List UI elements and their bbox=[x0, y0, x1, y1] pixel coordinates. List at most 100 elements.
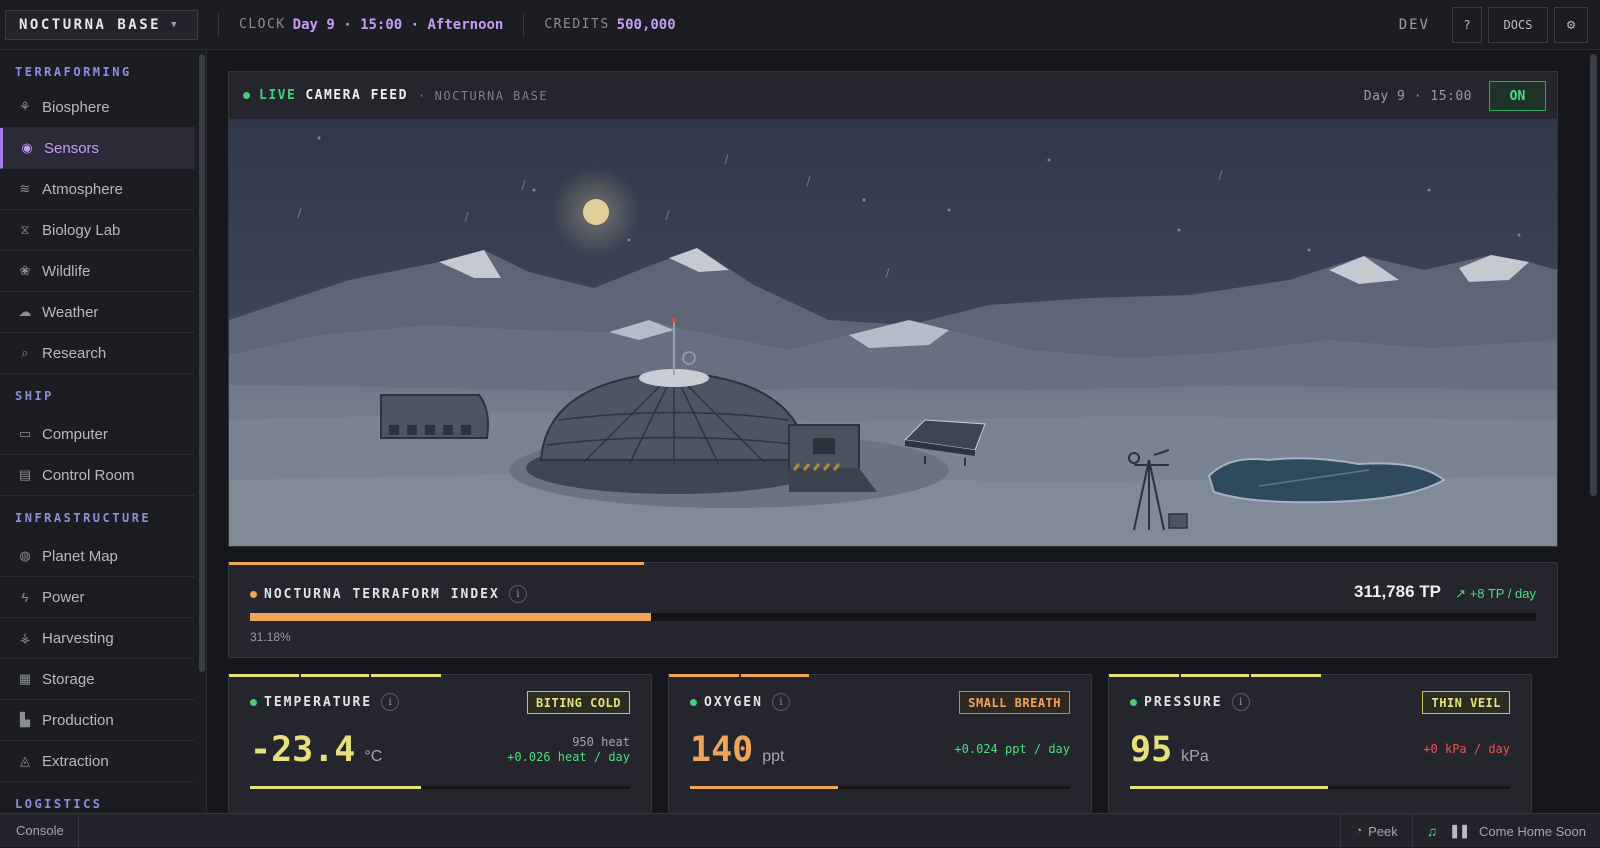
dashboard-icon: ▤ bbox=[18, 467, 32, 482]
card-accent-bar bbox=[669, 674, 739, 677]
sidebar-scrollbar[interactable] bbox=[199, 54, 205, 672]
music-note-icon: ♫ bbox=[1426, 823, 1438, 839]
card-accent-bar bbox=[741, 674, 809, 677]
info-icon[interactable]: i bbox=[381, 693, 400, 711]
sidebar-item-control-room[interactable]: ▤ Control Room bbox=[0, 455, 195, 496]
sidebar-item-sensors[interactable]: ◉ Sensors bbox=[0, 128, 195, 169]
card-title: OXYGEN bbox=[704, 694, 763, 710]
card-header: PRESSURE i bbox=[1130, 693, 1250, 711]
metric-number: -23.4 bbox=[250, 730, 356, 770]
main-scrollbar[interactable] bbox=[1590, 54, 1597, 496]
globe-icon: ◍ bbox=[19, 548, 31, 563]
terraform-rate-value: +8 TP / day bbox=[1469, 586, 1536, 601]
sidebar-item-computer[interactable]: ▭ Computer bbox=[0, 414, 195, 455]
sidebar-item-research[interactable]: ⌕ Research bbox=[0, 333, 195, 374]
sensor-icon: ◉ bbox=[21, 140, 33, 155]
boxes-icon: ▦ bbox=[18, 671, 32, 686]
sidebar-item-biology-lab[interactable]: ⧖ Biology Lab bbox=[0, 210, 195, 251]
pressure-card: PRESSURE i THIN VEIL 95 kPa +0 kPa / day bbox=[1108, 674, 1532, 813]
camera-toggle-label: ON bbox=[1509, 88, 1526, 104]
dev-mode-label[interactable]: DEV bbox=[1399, 17, 1430, 33]
microscope-icon: ⌕ bbox=[21, 345, 29, 360]
sidebar-item-harvesting[interactable]: ⚶ Harvesting bbox=[0, 618, 195, 659]
terraform-index-header: NOCTURNA TERRAFORM INDEX i bbox=[250, 585, 527, 603]
sidebar-section-title: TERRAFORMING bbox=[15, 65, 132, 79]
sapling-icon: ⚘ bbox=[19, 99, 31, 114]
sidebar-item-label: Storage bbox=[42, 670, 95, 688]
info-icon[interactable]: i bbox=[771, 693, 790, 711]
credits-value: 500,000 bbox=[616, 16, 676, 33]
camera-scene-image bbox=[229, 120, 1557, 546]
metric-unit: kPa bbox=[1181, 748, 1209, 765]
sidebar-item-label: Computer bbox=[42, 425, 108, 443]
metric-value: 95 kPa bbox=[1130, 730, 1209, 770]
peek-label: Peek bbox=[1368, 823, 1398, 839]
info-icon[interactable]: i bbox=[508, 585, 527, 603]
card-accent-bar bbox=[1251, 674, 1321, 677]
sidebar-item-planet-map[interactable]: ◍ Planet Map bbox=[0, 536, 195, 577]
docs-button[interactable]: DOCS bbox=[1488, 7, 1548, 43]
console-button[interactable]: Console bbox=[0, 813, 79, 848]
status-dot-icon bbox=[250, 698, 257, 706]
sidebar-item-extraction[interactable]: ◬ Extraction bbox=[0, 741, 195, 782]
help-label: ? bbox=[1463, 18, 1471, 32]
card-title: PRESSURE bbox=[1144, 694, 1223, 710]
card-accent-bar bbox=[229, 674, 299, 677]
oxygen-card: OXYGEN i SMALL BREATH 140 ppt +0.024 ppt… bbox=[668, 674, 1092, 813]
metric-progress-fill bbox=[690, 786, 839, 789]
card-header: OXYGEN i bbox=[690, 693, 790, 711]
peek-button[interactable]: ◔ Peek bbox=[1340, 814, 1411, 848]
settings-button[interactable]: ⚙ bbox=[1554, 7, 1588, 43]
info-icon[interactable]: i bbox=[1231, 693, 1250, 711]
camera-toggle-button[interactable]: ON bbox=[1489, 81, 1546, 111]
sidebar-item-label: Sensors bbox=[44, 139, 100, 157]
cloud-rain-icon: ☁ bbox=[18, 304, 32, 319]
metric-rate: +0.024 ppt / day bbox=[954, 742, 1070, 756]
metric-rate: +0 kPa / day bbox=[1423, 742, 1510, 756]
footer-bar: Console ◔ Peek ♫ ❚❚ Come Home Soon bbox=[0, 813, 1600, 848]
camera-feed-panel: LIVE CAMERA FEED · NOCTURNA BASE Day 9 ·… bbox=[228, 71, 1558, 547]
factory-icon: ▙ bbox=[20, 712, 30, 727]
status-dot-icon bbox=[1130, 698, 1137, 706]
sidebar-item-weather[interactable]: ☁ Weather bbox=[0, 292, 195, 333]
metric-progress-bar bbox=[1130, 786, 1510, 789]
sidebar-section-title: LOGISTICS bbox=[15, 797, 103, 811]
base-selector[interactable]: NOCTURNA BASE ▼ bbox=[5, 9, 198, 40]
terraform-points-value: 311,786 TP bbox=[1354, 582, 1441, 601]
sidebar-item-wildlife[interactable]: ❀ Wildlife bbox=[0, 251, 195, 292]
sidebar-item-label: Extraction bbox=[42, 752, 109, 770]
sidebar-item-atmosphere[interactable]: ≋ Atmosphere bbox=[0, 169, 195, 210]
peek-icon: ◔ bbox=[1355, 825, 1363, 837]
sidebar-item-production[interactable]: ▙ Production bbox=[0, 700, 195, 741]
sidebar-item-biosphere[interactable]: ⚘ Biosphere bbox=[0, 87, 195, 128]
card-header: TEMPERATURE i bbox=[250, 693, 400, 711]
card-accent-bar bbox=[301, 674, 369, 677]
sidebar: TERRAFORMING ⚘ Biosphere ◉ Sensors ≋ Atmospher… bbox=[0, 50, 207, 813]
music-player: ♫ ❚❚ Come Home Soon bbox=[1411, 814, 1600, 848]
sidebar-item-storage[interactable]: ▦ Storage bbox=[0, 659, 195, 700]
metric-progress-bar bbox=[690, 786, 1070, 789]
terraform-progress-fill bbox=[250, 613, 651, 621]
metric-number: 140 bbox=[690, 730, 754, 770]
sidebar-section-title: INFRASTRUCTURE bbox=[15, 511, 152, 525]
drill-icon: ◬ bbox=[20, 753, 30, 768]
sidebar-item-power[interactable]: ϟ Power bbox=[0, 577, 195, 618]
rabbit-icon: ❀ bbox=[19, 263, 31, 278]
console-label: Console bbox=[16, 823, 64, 838]
terraform-progress-bar bbox=[250, 613, 1536, 621]
camera-header: LIVE CAMERA FEED · NOCTURNA BASE Day 9 ·… bbox=[229, 72, 1557, 120]
dna-icon: ⧖ bbox=[20, 222, 30, 237]
sidebar-item-label: Research bbox=[42, 344, 107, 362]
card-accent-bar bbox=[1109, 674, 1179, 677]
sidebar-item-label: Weather bbox=[42, 303, 99, 321]
sidebar-item-label: Biology Lab bbox=[42, 221, 121, 239]
track-name: Come Home Soon bbox=[1479, 823, 1586, 839]
metric-unit: ppt bbox=[762, 748, 785, 765]
pause-icon[interactable]: ❚❚ bbox=[1449, 823, 1470, 839]
main-content: LIVE CAMERA FEED · NOCTURNA BASE Day 9 ·… bbox=[208, 50, 1600, 813]
divider bbox=[218, 13, 219, 36]
terraform-index-panel: NOCTURNA TERRAFORM INDEX i 311,786 TP ↗ … bbox=[228, 562, 1558, 658]
top-bar: NOCTURNA BASE ▼ CLOCK Day 9 · 15:00 · Af… bbox=[0, 0, 1600, 50]
help-button[interactable]: ? bbox=[1452, 7, 1482, 43]
camera-subtitle: NOCTURNA BASE bbox=[434, 88, 549, 103]
